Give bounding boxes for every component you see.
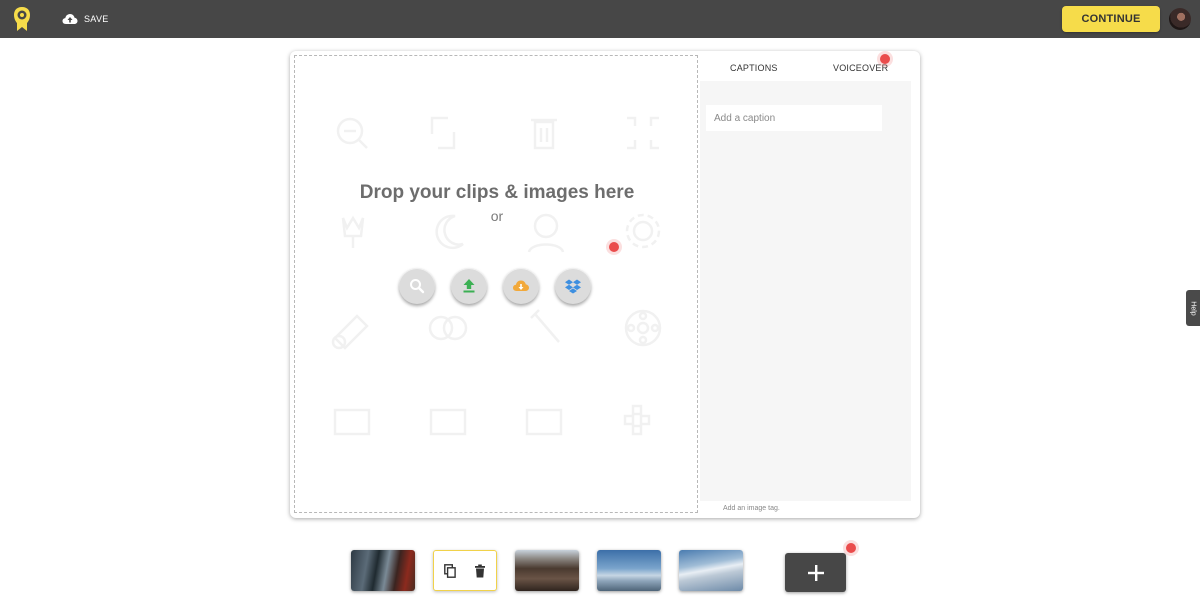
tab-captions[interactable]: CAPTIONS <box>730 63 778 73</box>
grid-icon <box>623 404 651 436</box>
cloud-import-button[interactable] <box>503 268 539 304</box>
hint-dot[interactable] <box>606 239 622 255</box>
hint-dot-voiceover[interactable] <box>877 51 893 67</box>
clip-thumbnail[interactable] <box>515 550 579 591</box>
help-label: Help <box>1189 300 1197 316</box>
image-tag-link[interactable]: Add an image tag. <box>723 505 780 512</box>
save-button[interactable]: SAVE <box>62 10 109 28</box>
resize-icon <box>430 116 456 150</box>
hint-dot-add-clip[interactable] <box>843 540 859 556</box>
zoom-out-icon <box>336 117 368 149</box>
top-bar: SAVE CONTINUE <box>0 0 1200 38</box>
help-tab[interactable]: Help <box>1186 290 1200 326</box>
clip-thumbnail[interactable] <box>351 550 415 591</box>
app-logo-icon[interactable] <box>12 6 32 32</box>
4k-icon <box>333 408 371 436</box>
clip-thumbnail-selected[interactable] <box>433 550 497 591</box>
caption-area <box>700 81 911 501</box>
drop-or-text: or <box>490 208 504 224</box>
clip-thumbnail[interactable] <box>597 550 661 591</box>
save-label: SAVE <box>84 14 109 24</box>
add-clip-button[interactable] <box>785 553 846 592</box>
dropzone[interactable]: Drop your clips & images here or <box>294 55 698 513</box>
search-icon <box>410 279 425 294</box>
background-decoration <box>331 116 662 436</box>
avatar[interactable] <box>1169 8 1191 30</box>
cloud-download-icon <box>513 280 529 291</box>
1080-icon <box>429 408 467 436</box>
trash-icon <box>531 118 557 150</box>
drop-title: Drop your clips & images here <box>359 182 635 203</box>
film-reel-icon <box>624 309 662 347</box>
plus-icon <box>807 564 824 581</box>
overlap-icon <box>428 315 468 341</box>
cloud-upload-icon <box>62 14 78 24</box>
duplicate-icon[interactable] <box>444 563 456 578</box>
caption-input[interactable] <box>706 105 882 131</box>
trash-icon[interactable] <box>474 564 486 578</box>
upload-button[interactable] <box>451 268 487 304</box>
upload-icon <box>463 279 475 293</box>
crop-icon <box>627 116 659 150</box>
dropbox-icon <box>565 279 581 294</box>
search-media-button[interactable] <box>399 268 435 304</box>
dropbox-button[interactable] <box>555 268 591 304</box>
editor-card: Drop your clips & images here or CAPTION… <box>290 51 920 518</box>
continue-button[interactable]: CONTINUE <box>1062 6 1160 32</box>
magic-wand-icon <box>530 309 560 343</box>
720-icon <box>525 408 563 436</box>
clip-thumbnail[interactable] <box>679 550 743 591</box>
side-panel: CAPTIONS VOICEOVER Add an image tag. <box>698 51 912 513</box>
pin-icon <box>331 314 369 350</box>
